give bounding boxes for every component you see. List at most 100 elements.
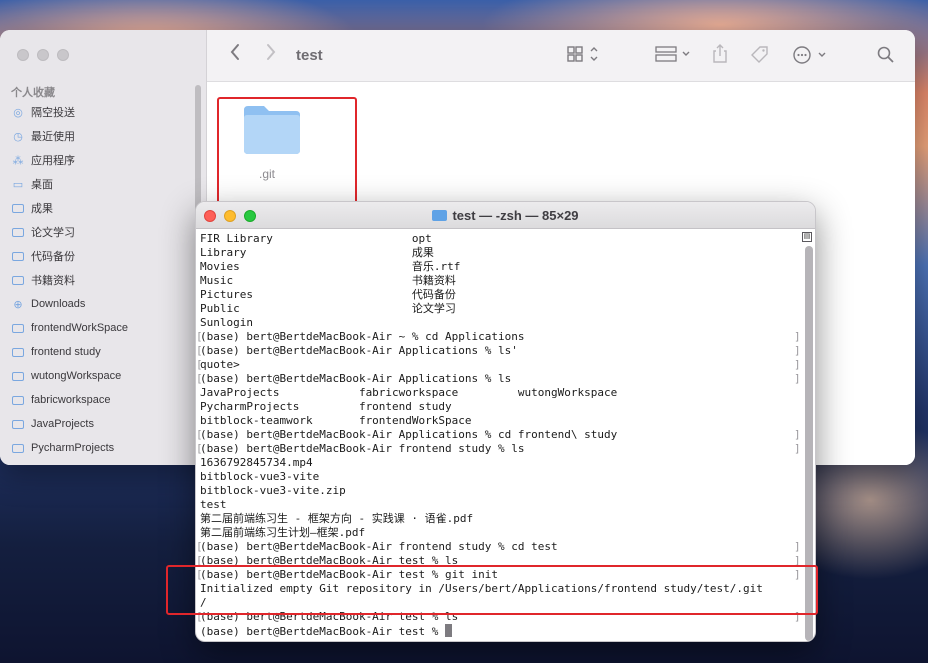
search-icon[interactable] [877,46,895,69]
minimize-button[interactable] [37,49,49,61]
terminal-line-text: bitblock-vue3-vite [200,470,320,483]
mark-bracket: [ [196,540,203,553]
back-icon[interactable] [229,43,241,66]
terminal-line-text: (base) bert@BertdeMacBook-Air test % [200,625,446,638]
terminal-titlebar: test — -zsh — 85×29 [196,202,815,229]
terminal-title: test — -zsh — 85×29 [196,208,815,223]
sidebar-item[interactable]: PycharmProjects [0,436,207,460]
terminal-line-text: (base) bert@BertdeMacBook-Air Applicatio… [200,428,618,441]
terminal-line: Sunlogin [200,316,797,330]
terminal-line-text: Pictures 代码备份 [200,288,456,301]
folder-icon [12,346,24,358]
sidebar-item-label: frontend study [31,346,101,358]
sidebar-item[interactable]: 论文学习 [0,220,207,244]
folder-icon [12,418,24,430]
terminal-line: bitblock-vue3-vite.zip [200,484,797,498]
terminal-line: test [200,498,797,512]
sidebar-item[interactable]: ◷ 最近使用 [0,124,207,148]
terminal-line: 第二届前端练习生计划—框架.pdf [200,526,797,540]
group-icon[interactable] [655,46,695,69]
terminal-line: PycharmProjects frontend study [200,400,797,414]
mark-bracket: [ [196,428,203,441]
mark-bracket: ] [794,540,801,553]
terminal-line-text: (base) bert@BertdeMacBook-Air Applicatio… [200,372,512,385]
download-icon: ⊕ [13,298,23,311]
terminal-line-text: Library 成果 [200,246,434,259]
terminal-line-text: PycharmProjects frontend study [200,400,452,413]
mark-bracket: ] [794,358,801,371]
terminal-line: JavaProjects fabricworkspace wutongWorks… [200,386,797,400]
finder-toolbar: test [207,30,915,82]
sidebar-item[interactable]: frontend study [0,340,207,364]
sidebar-item-label: fabricworkspace [31,394,111,406]
sidebar-item-label: 成果 [31,203,53,215]
folder-icon [12,250,24,262]
sidebar-item[interactable]: 成果 [0,196,207,220]
terminal-line: [] (base) bert@BertdeMacBook-Air Applicat… [196,344,801,358]
mark-bracket: ] [794,330,801,343]
terminal-line: [] (base) bert@BertdeMacBook-Air ~ % cd A… [196,330,801,344]
terminal-line-text: test [200,498,227,511]
terminal-line-text: Public 论文学习 [200,302,456,315]
more-actions-icon[interactable] [793,46,829,69]
sidebar-item[interactable]: ⁂ 应用程序 [0,148,207,172]
sidebar-item[interactable]: ⊕ Downloads [0,292,207,316]
sidebar-item[interactable]: JavaProjects [0,412,207,436]
folder-icon [12,202,24,214]
desktop-icon: ▭ [12,178,24,191]
terminal-line-text: (base) bert@BertdeMacBook-Air frontend s… [200,540,558,553]
highlight-box-git-init [166,565,818,615]
sidebar-item-label: wutongWorkspace [31,370,122,382]
sidebar-item[interactable]: ▭ 桌面 [0,172,207,196]
close-button[interactable] [17,49,29,61]
sidebar-item-label: 隔空投送 [31,107,75,119]
terminal-line: Public 论文学习 [200,302,797,316]
terminal-line-text: (base) bert@BertdeMacBook-Air frontend s… [200,442,525,455]
sidebar-item[interactable]: 书籍资料 [0,268,207,292]
folder-icon [12,322,24,334]
sidebar-item-label: PycharmProjects [31,442,115,454]
tag-icon[interactable] [750,45,770,70]
terminal-line-text: 第二届前端练习生 - 框架方向 - 实践课 · 语雀.pdf [200,512,474,525]
terminal-line-text: FIR Library opt [200,232,432,245]
terminal-line: Music 书籍资料 [200,274,797,288]
folder-icon [12,370,24,382]
text-cursor [445,624,453,637]
mark-bracket: ] [794,442,801,455]
terminal-line: bitblock-vue3-vite [200,470,797,484]
terminal-line: (base) bert@BertdeMacBook-Air test % [200,624,797,638]
applications-icon: ⁂ [12,154,24,167]
terminal-line: [] (base) bert@BertdeMacBook-Air frontend… [196,540,801,554]
terminal-line-text: JavaProjects fabricworkspace wutongWorks… [200,386,618,399]
sidebar-item[interactable]: fabricworkspace [0,388,207,412]
sidebar-item[interactable]: ◎ 隔空投送 [0,100,207,124]
split-pane-icon[interactable]: ▤ [802,232,812,242]
terminal-line: FIR Library opt [200,232,797,246]
sidebar-item-label: JavaProjects [31,418,94,430]
zoom-button[interactable] [57,49,69,61]
terminal-line: 1636792845734.mp4 [200,456,797,470]
icon-view-icon[interactable] [567,46,601,69]
sidebar-item[interactable]: wutongWorkspace [0,364,207,388]
sidebar-item[interactable]: 代码备份 [0,244,207,268]
mark-bracket: ] [794,428,801,441]
terminal-line-text: bitblock-vue3-vite.zip [200,484,346,497]
mark-bracket: [ [196,330,203,343]
terminal-line-text: 1636792845734.mp4 [200,456,313,469]
airdrop-icon: ◎ [13,106,23,119]
terminal-line-text: quote> [200,358,240,371]
terminal-line-text: bitblock-teamwork frontendWorkSpace [200,414,472,427]
share-icon[interactable] [712,44,728,69]
sidebar-item-label: 桌面 [31,179,53,191]
folder-icon [12,274,24,286]
mark-bracket: [ [196,344,203,357]
folder-icon [432,210,448,221]
sidebar-item-label: Downloads [31,298,86,310]
forward-icon[interactable] [265,43,277,66]
sidebar-item-label: 代码备份 [31,251,75,263]
sidebar-item[interactable]: frontendWorkSpace [0,316,207,340]
terminal-line: [] (base) bert@BertdeMacBook-Air frontend… [196,442,801,456]
terminal-line: [] quote> [196,358,801,372]
mark-bracket: [ [196,372,203,385]
sidebar-item-label: frontendWorkSpace [31,322,129,334]
